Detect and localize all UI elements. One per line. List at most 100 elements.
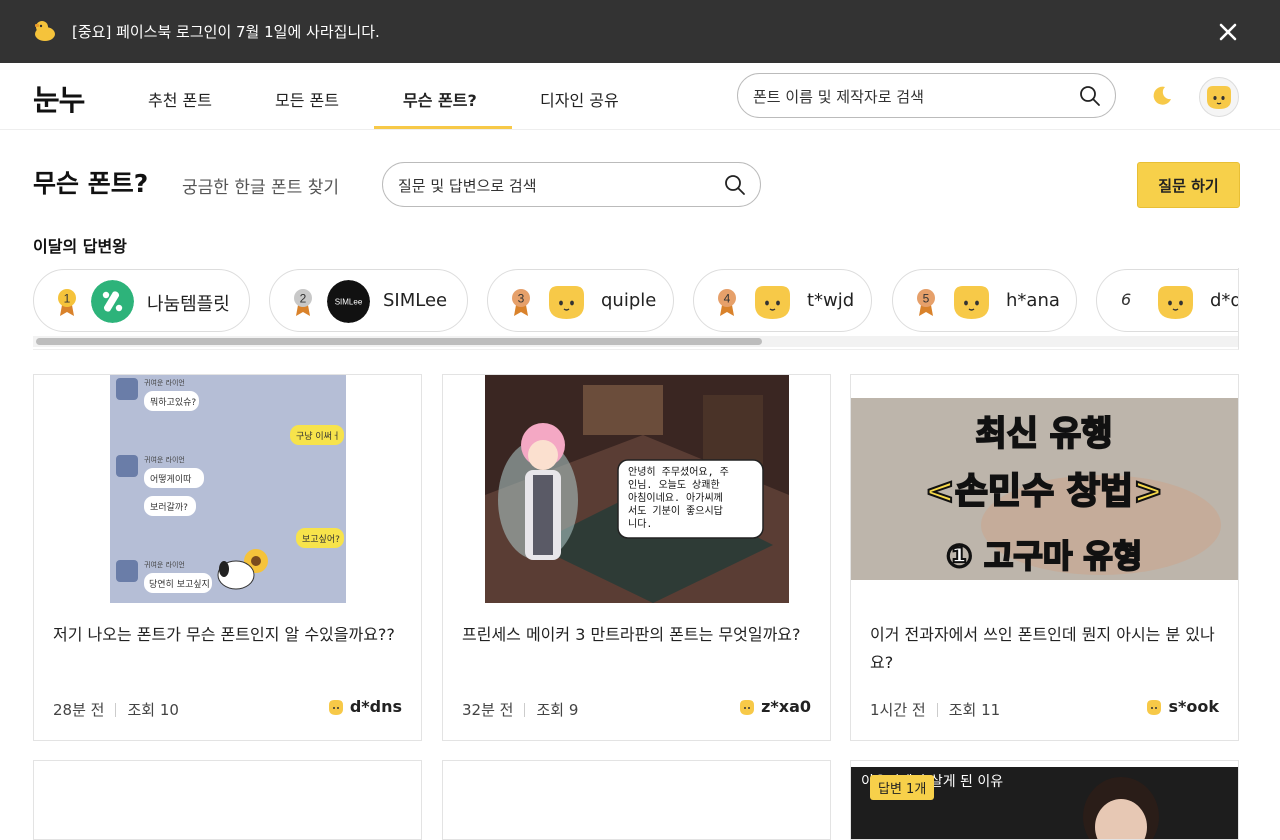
ranking-item[interactable]: 1 나눔템플릿 <box>33 269 250 332</box>
duck-icon <box>35 21 55 41</box>
card-meta: 28분 전 조회 10 <box>53 699 179 720</box>
qa-search-input[interactable]: 질문 및 답변으로 검색 <box>382 162 761 207</box>
ranking-user-name: h*ana <box>1006 290 1060 311</box>
default-avatar-icon <box>954 286 989 319</box>
svg-text:최신 유행: 최신 유행 <box>976 414 1113 454</box>
avatar-icon <box>1207 86 1231 109</box>
active-tab-indicator <box>374 126 512 129</box>
nav-item-design-share[interactable]: 디자인 공유 <box>540 87 619 111</box>
meta-divider <box>115 702 117 717</box>
ranking-user-name: 나눔템플릿 <box>147 294 230 315</box>
card-time: 28분 전 <box>53 701 105 719</box>
silver-medal-icon: 2 <box>294 289 312 316</box>
banner-text: [중요] 페이스북 로그인이 7월 1일에 사라집니다. <box>72 23 380 41</box>
ranking-item[interactable]: 4 t*wjd <box>693 269 872 332</box>
ask-question-button[interactable]: 질문 하기 <box>1137 162 1240 208</box>
ranking-user-name: quiple <box>601 290 657 311</box>
svg-text:SIMLee: SIMLee <box>335 298 363 307</box>
qa-search-placeholder: 질문 및 답변으로 검색 <box>398 177 537 195</box>
font-search-placeholder: 폰트 이름 및 제작자로 검색 <box>753 88 924 106</box>
svg-text:귀여운 라이언: 귀여운 라이언 <box>144 455 185 464</box>
svg-text:니다.: 니다. <box>628 518 652 530</box>
default-avatar-icon <box>755 286 790 319</box>
bronze-medal-icon: 5 <box>917 289 935 316</box>
card-author[interactable]: d*dns <box>327 697 402 716</box>
author-name: d*dns <box>349 697 402 716</box>
user-avatar-icon <box>1147 699 1162 715</box>
card-title: 저기 나오는 폰트가 무슨 폰트인지 알 수있을까요?? <box>53 625 395 644</box>
close-icon[interactable] <box>1216 20 1240 44</box>
scrollbar-thumb[interactable] <box>36 338 762 345</box>
ranking-user-name: d*dns <box>1210 290 1238 311</box>
top-nav: 눈누 추천 폰트 모든 폰트 무슨 폰트? 디자인 공유 폰트 이름 및 제작자… <box>0 63 1280 130</box>
question-card[interactable]: 이유지에서 살게 된 이유 답변 1개 <box>850 760 1239 840</box>
search-icon[interactable] <box>724 174 746 196</box>
question-card[interactable] <box>442 760 831 840</box>
page-subtitle: 궁금한 한글 폰트 찾기 <box>182 178 339 198</box>
card-time: 32분 전 <box>462 701 514 719</box>
svg-text:1: 1 <box>64 292 71 306</box>
svg-text:2: 2 <box>300 292 307 306</box>
ranking-item[interactable]: 6 d*dns <box>1096 269 1238 332</box>
default-avatar-icon <box>1158 286 1193 319</box>
card-thumbnail: 귀여운 라이언 뭐하고있슈? 구냥 이써ㅓ 귀여운 라이언 어떻게이따 보러갈까… <box>34 375 421 603</box>
card-title: 이거 전과자에서 쓰인 폰트인데 뭔지 아시는 분 있나요? <box>870 625 1215 672</box>
chat-screenshot-image: 귀여운 라이언 뭐하고있슈? 구냥 이써ㅓ 귀여운 라이언 어떻게이따 보러갈까… <box>110 375 346 603</box>
card-meta: 32분 전 조회 9 <box>462 699 578 720</box>
video-thumbnail-image: 최신 유행 <손민수 창법> ① 고구마 유형 <box>851 398 1238 580</box>
ranking-item[interactable]: 2 SIMLee SIMLee <box>269 269 468 332</box>
search-icon[interactable] <box>1079 85 1101 107</box>
answer-count-badge: 답변 1개 <box>870 775 935 800</box>
card-views: 조회 10 <box>127 701 179 719</box>
ranking-item[interactable]: 3 quiple <box>487 269 674 332</box>
question-card[interactable] <box>33 760 422 840</box>
card-author[interactable]: z*xa0 <box>738 697 811 716</box>
svg-text:3: 3 <box>518 292 525 306</box>
question-card[interactable]: 최신 유행 <손민수 창법> ① 고구마 유형 이거 전과자에서 쓰인 폰트인데… <box>850 374 1239 741</box>
svg-text:당연히 보고싶지: 당연히 보고싶지 <box>149 579 210 590</box>
svg-text:4: 4 <box>724 292 731 306</box>
default-avatar-icon <box>549 286 584 319</box>
ranking-item[interactable]: 5 h*ana <box>892 269 1077 332</box>
ranking-title: 이달의 답변왕 <box>33 237 127 256</box>
user-avatar-button[interactable] <box>1199 77 1239 117</box>
simlee-avatar: SIMLee <box>327 280 370 323</box>
nav-item-what-font[interactable]: 무슨 폰트? <box>403 87 477 111</box>
card-views: 조회 9 <box>536 701 579 719</box>
card-author[interactable]: s*ook <box>1145 697 1219 716</box>
nav-item-all-fonts[interactable]: 모든 폰트 <box>275 87 339 111</box>
svg-text:귀여운 라이언: 귀여운 라이언 <box>144 560 185 569</box>
card-thumbnail: 안녕히 주무셨어요, 주 인님. 오늘도 상쾌한 아침이네요. 아가씨께 서도 … <box>443 375 830 603</box>
ranking-list: 1 나눔템플릿 2 SIMLee SIMLee 3 quiple 4 t*wjd… <box>33 268 1239 350</box>
svg-text:보러갈까?: 보러갈까? <box>150 502 188 513</box>
font-search-input[interactable]: 폰트 이름 및 제작자로 검색 <box>737 73 1116 118</box>
ranking-user-name: SIMLee <box>383 290 448 311</box>
page-title: 무슨 폰트? <box>33 169 149 198</box>
question-card[interactable]: 귀여운 라이언 뭐하고있슈? 구냥 이써ㅓ 귀여운 라이언 어떻게이따 보러갈까… <box>33 374 422 741</box>
moon-icon[interactable] <box>1150 84 1174 108</box>
card-time: 1시간 전 <box>870 701 926 719</box>
card-thumbnail: 최신 유행 <손민수 창법> ① 고구마 유형 <box>851 375 1238 603</box>
user-avatar-icon <box>328 699 343 715</box>
meta-divider <box>524 702 526 717</box>
svg-text:안녕히 주무셨어요, 주: 안녕히 주무셨어요, 주 <box>628 466 729 478</box>
game-screenshot-image: 안녕히 주무셨어요, 주 인님. 오늘도 상쾌한 아침이네요. 아가씨께 서도 … <box>485 375 789 603</box>
ranking-number: 6 <box>1121 290 1132 309</box>
nanum-template-avatar <box>91 280 134 323</box>
bronze-medal-icon: 3 <box>512 289 530 316</box>
author-name: s*ook <box>1168 697 1219 716</box>
svg-text:보고싶어?: 보고싶어? <box>302 534 340 545</box>
bronze-medal-icon: 4 <box>718 289 736 316</box>
author-name: z*xa0 <box>761 697 811 716</box>
svg-text:귀여운 라이언: 귀여운 라이언 <box>144 378 185 387</box>
svg-text:<손민수 창법>: <손민수 창법> <box>925 471 1163 512</box>
horizontal-scrollbar[interactable] <box>33 336 1238 347</box>
svg-text:뭐하고있슈?: 뭐하고있슈? <box>150 396 196 408</box>
svg-text:아침이네요. 아가씨께: 아침이네요. 아가씨께 <box>628 492 723 504</box>
nav-item-recommended[interactable]: 추천 폰트 <box>148 87 212 111</box>
svg-text:① 고구마 유형: ① 고구마 유형 <box>946 537 1143 575</box>
user-avatar-icon <box>740 699 755 715</box>
question-card[interactable]: 안녕히 주무셨어요, 주 인님. 오늘도 상쾌한 아침이네요. 아가씨께 서도 … <box>442 374 831 741</box>
logo[interactable]: 눈누 <box>33 77 85 119</box>
card-views: 조회 11 <box>948 701 1001 719</box>
